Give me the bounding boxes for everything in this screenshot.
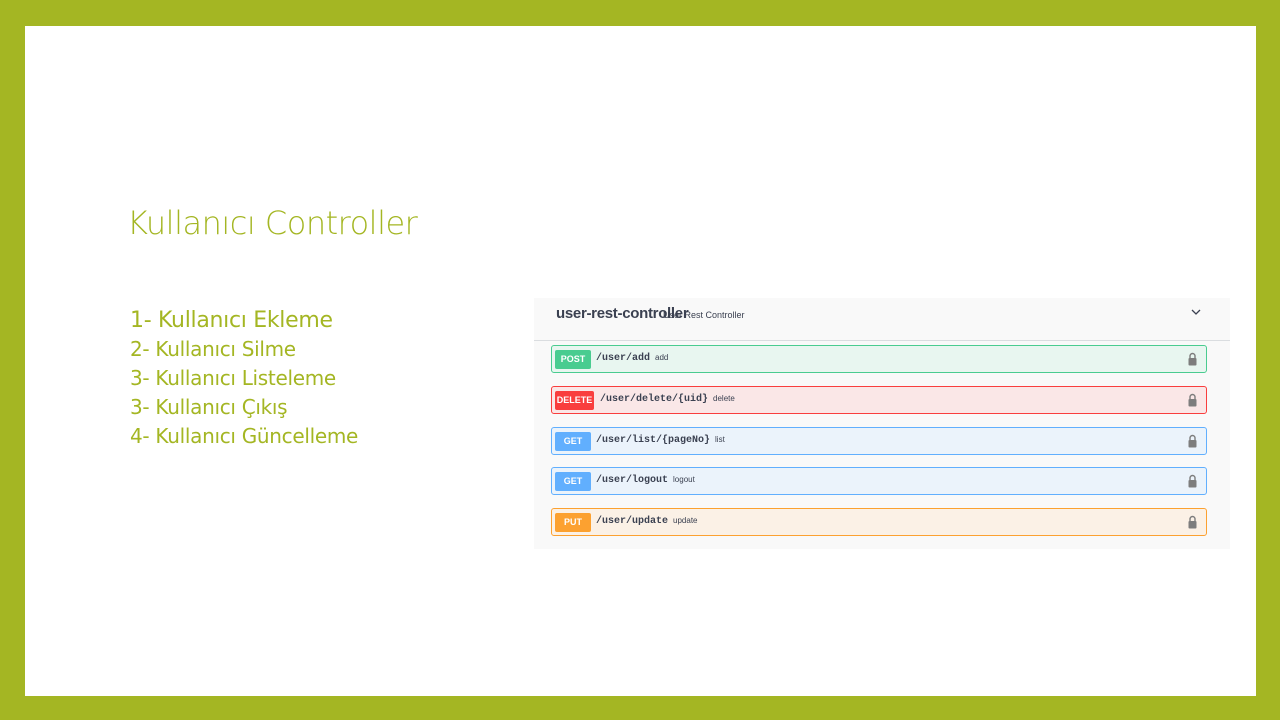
lock-icon[interactable]	[1188, 434, 1197, 448]
slide-title: Kullanıcı Controller	[127, 204, 418, 242]
operation-path: /user/add add	[596, 353, 669, 364]
list-item: 1- Kullanıcı Ekleme	[130, 308, 333, 333]
controller-description: User Rest Controller	[663, 310, 745, 320]
operation-path: /user/delete/{uid} delete	[600, 394, 735, 405]
operation-summary: list	[715, 435, 725, 444]
operation-delete[interactable]: DELETE /user/delete/{uid} delete	[551, 386, 1207, 414]
lock-icon[interactable]	[1188, 515, 1197, 529]
list-item: 3- Kullanıcı Listeleme	[130, 366, 336, 390]
list-item: 3- Kullanıcı Çıkış	[130, 395, 288, 419]
operation-summary: logout	[673, 475, 695, 484]
swagger-panel: user-rest-controller User Rest Controlle…	[534, 298, 1230, 549]
method-badge: GET	[555, 472, 591, 491]
operation-summary: update	[673, 516, 698, 525]
lock-icon[interactable]	[1188, 474, 1197, 488]
method-badge: GET	[555, 432, 591, 451]
operation-summary: add	[655, 353, 669, 362]
operation-get-list[interactable]: GET /user/list/{pageNo} list	[551, 427, 1207, 455]
chevron-down-icon[interactable]	[1190, 306, 1202, 321]
method-badge: DELETE	[555, 391, 594, 410]
operation-summary: delete	[713, 394, 735, 403]
lock-icon[interactable]	[1188, 393, 1197, 407]
lock-icon[interactable]	[1188, 352, 1197, 366]
operation-get-logout[interactable]: GET /user/logout logout	[551, 467, 1207, 495]
operation-path: /user/list/{pageNo} list	[596, 435, 725, 446]
method-badge: PUT	[555, 513, 591, 532]
method-badge: POST	[555, 350, 591, 369]
slide: Kullanıcı Controller 1- Kullanıcı Ekleme…	[25, 26, 1256, 696]
operation-path: /user/logout logout	[596, 475, 695, 486]
operation-post-add[interactable]: POST /user/add add	[551, 345, 1207, 373]
list-item: 2- Kullanıcı Silme	[130, 337, 296, 361]
operation-put-update[interactable]: PUT /user/update update	[551, 508, 1207, 536]
controller-header[interactable]: user-rest-controller User Rest Controlle…	[534, 298, 1230, 341]
feature-list: 1- Kullanıcı Ekleme 2- Kullanıcı Silme 3…	[130, 306, 358, 451]
list-item: 4- Kullanıcı Güncelleme	[130, 424, 359, 448]
operation-path: /user/update update	[596, 516, 698, 527]
